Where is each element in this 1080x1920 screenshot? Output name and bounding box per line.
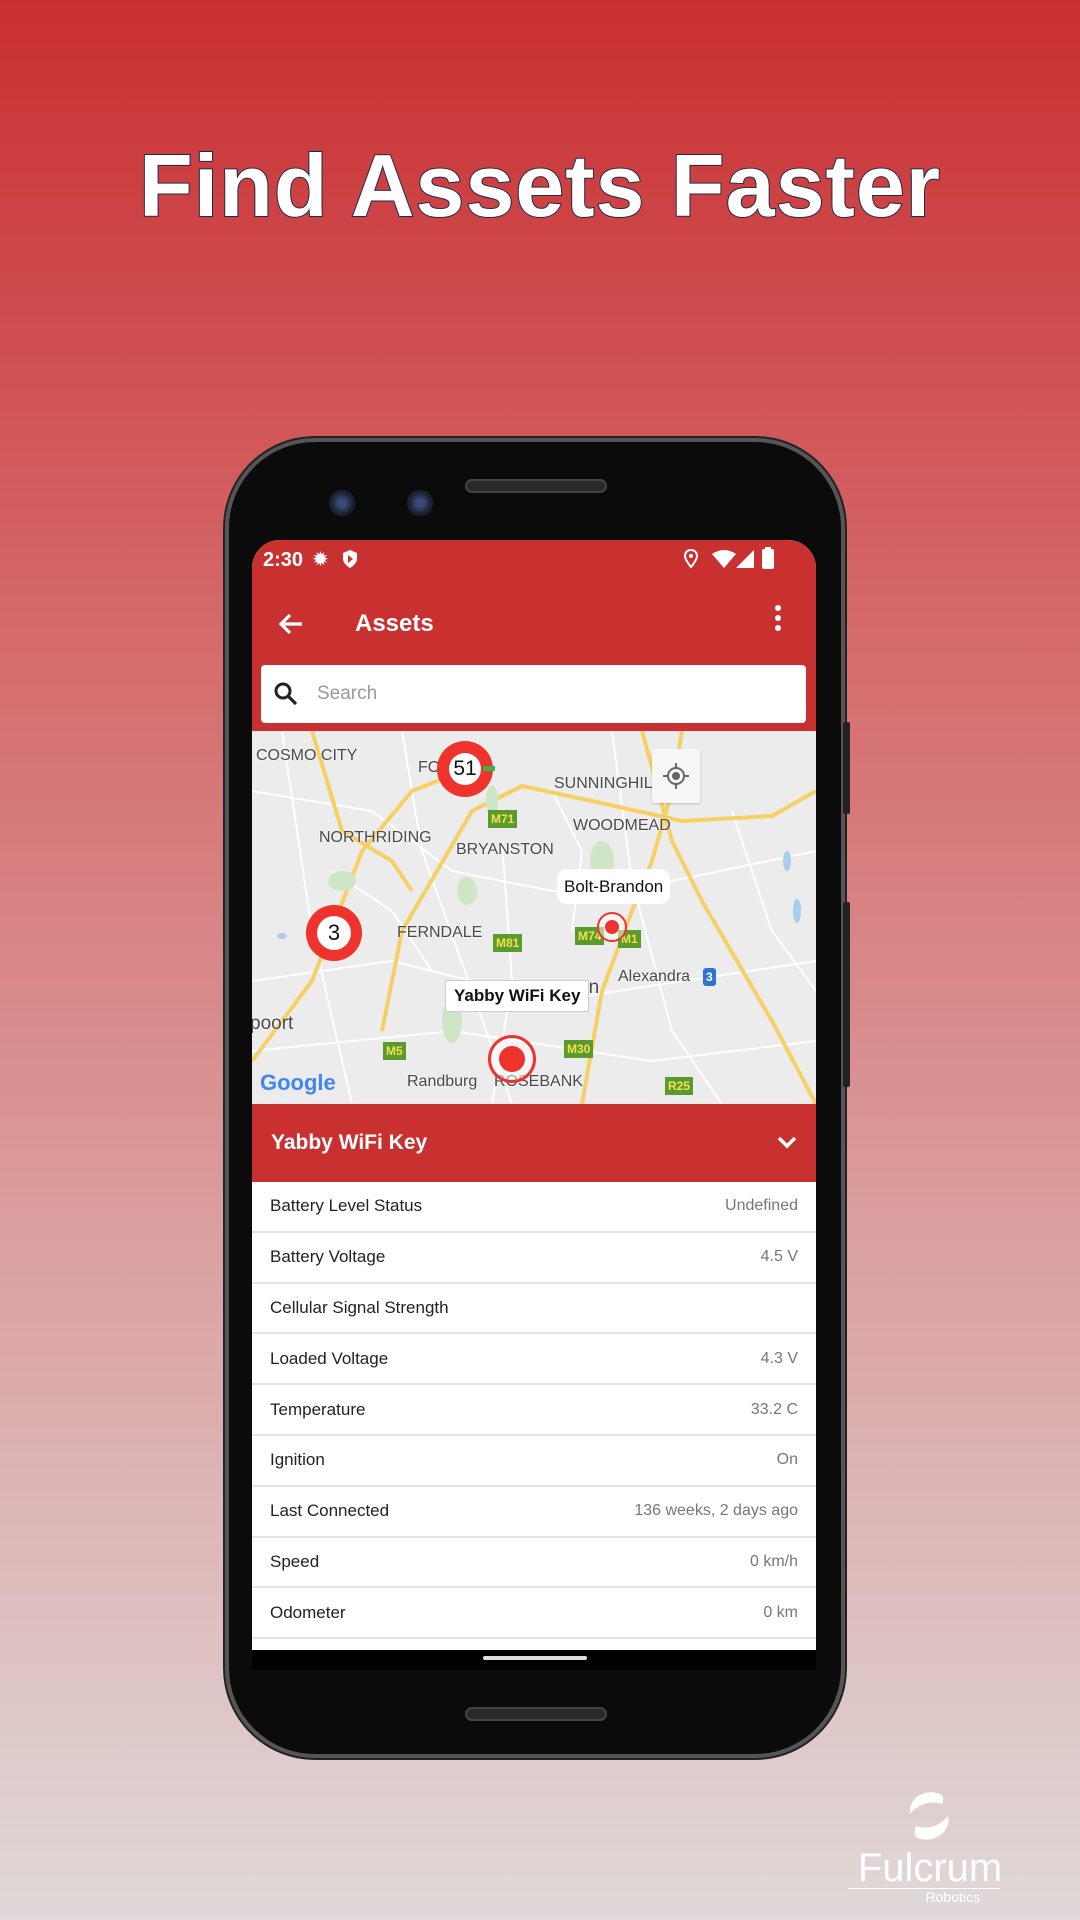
route-shield: M81	[493, 934, 523, 952]
property-label: Odometer	[270, 1602, 346, 1622]
search-bar: Search	[252, 665, 816, 731]
marker-info-window: Yabby WiFi Key	[445, 980, 590, 1012]
headline: Find Assets Faster	[138, 135, 942, 236]
property-value: 4.5 V	[760, 1248, 798, 1266]
page-title: Assets	[355, 610, 434, 637]
bottom-speaker	[465, 1707, 607, 1721]
property-row: Cellular Signal Strength	[252, 1284, 816, 1335]
marker-label: Bolt-Brandon	[557, 869, 671, 904]
property-row: Loaded Voltage 4.3 V	[252, 1334, 816, 1386]
property-label: Cellular Signal Strength	[270, 1297, 449, 1317]
more-vert-icon[interactable]	[773, 604, 783, 632]
map-label: poort	[252, 1013, 294, 1034]
asset-detail-header[interactable]: Yabby WiFi Key	[252, 1104, 816, 1182]
property-label: Battery Voltage	[270, 1247, 386, 1267]
crosshair-icon	[663, 763, 689, 789]
battery-icon	[762, 547, 774, 569]
cluster-count: 3	[317, 916, 351, 950]
property-row: Ignition On	[252, 1436, 816, 1487]
app-bar: Assets	[252, 580, 816, 668]
gear-icon: ✹	[312, 549, 329, 571]
power-button	[843, 722, 850, 814]
wifi-icon	[712, 550, 736, 568]
property-row: Odometer 0 km	[252, 1588, 816, 1640]
property-label: Battery Level Status	[270, 1196, 423, 1216]
top-speaker	[465, 479, 607, 493]
camera	[329, 490, 355, 516]
property-value: 33.2 C	[750, 1400, 798, 1418]
route-shield: M71	[488, 810, 518, 828]
location-icon	[684, 549, 698, 569]
map-label: BRYANSTON	[456, 841, 554, 858]
search-input[interactable]: Search	[261, 665, 806, 723]
search-icon	[274, 682, 298, 706]
property-label: Ignition	[270, 1450, 325, 1470]
arrow-left-icon[interactable]	[278, 612, 304, 636]
logo-name: Fulcrum	[857, 1846, 1003, 1890]
volume-button	[843, 902, 850, 1087]
route-shield: R25	[665, 1077, 694, 1095]
map-label: WOODMEAD	[573, 817, 671, 834]
map-label: FERNDALE	[397, 924, 483, 941]
status-bar: 2:30 ✹	[252, 540, 816, 580]
signal-icon	[736, 550, 754, 568]
asset-properties-list: Battery Level Status Undefined Battery Vo…	[252, 1182, 816, 1640]
property-value: 0 km	[763, 1603, 798, 1621]
route-shield: 3	[703, 968, 716, 986]
property-row: Speed 0 km/h	[252, 1538, 816, 1589]
home-indicator[interactable]	[483, 1656, 587, 1660]
logo-mark-icon	[909, 1792, 949, 1840]
nav-bar	[252, 1650, 816, 1670]
asset-marker-selected[interactable]	[488, 1035, 536, 1083]
property-label: Loaded Voltage	[270, 1348, 389, 1368]
route-shield: M5	[383, 1042, 406, 1060]
status-time: 2:30	[263, 549, 304, 571]
app-screen: 2:30 ✹ Assets Search COSMO CITY FOUR	[252, 540, 816, 1650]
fulcrum-logo: Fulcrum Robotics	[840, 1780, 1020, 1905]
map-label: SUNNINGHILL	[554, 775, 662, 792]
route-shield: M30	[564, 1040, 594, 1058]
asset-title: Yabby WiFi Key	[271, 1131, 428, 1154]
map-label: Alexandra	[618, 968, 691, 985]
property-value: On	[776, 1451, 798, 1469]
property-label: Speed	[270, 1551, 320, 1571]
property-row: Battery Level Status Undefined	[252, 1182, 816, 1233]
logo-sub: Robotics	[848, 1888, 1000, 1905]
map-view[interactable]: COSMO CITY FOUR SUNNINGHILL NORTHRIDING …	[252, 731, 816, 1104]
asset-marker[interactable]	[597, 912, 627, 942]
search-placeholder: Search	[317, 683, 378, 704]
camera	[407, 490, 433, 516]
cluster-marker[interactable]: 3	[306, 905, 362, 961]
property-value: 136 weeks, 2 days ago	[634, 1502, 798, 1520]
property-value: 0 km/h	[749, 1552, 798, 1570]
property-value: Undefined	[725, 1197, 798, 1215]
map-label: Randburg	[407, 1073, 478, 1090]
cluster-marker[interactable]: 51	[437, 741, 495, 797]
property-label: Temperature	[270, 1399, 366, 1419]
shield-play-icon	[343, 550, 357, 568]
property-row: Temperature 33.2 C	[252, 1385, 816, 1436]
cluster-count: 51	[449, 753, 481, 785]
my-location-button[interactable]	[652, 749, 700, 803]
map-label: COSMO CITY	[256, 747, 358, 764]
property-row: Battery Voltage 4.5 V	[252, 1233, 816, 1284]
property-row: Last Connected 136 weeks, 2 days ago	[252, 1487, 816, 1538]
property-label: Last Connected	[270, 1501, 390, 1521]
google-logo: Google	[260, 1070, 336, 1095]
property-value: 4.3 V	[760, 1349, 798, 1367]
map-label: NORTHRIDING	[319, 829, 432, 846]
chevron-down-icon[interactable]	[777, 1136, 797, 1150]
